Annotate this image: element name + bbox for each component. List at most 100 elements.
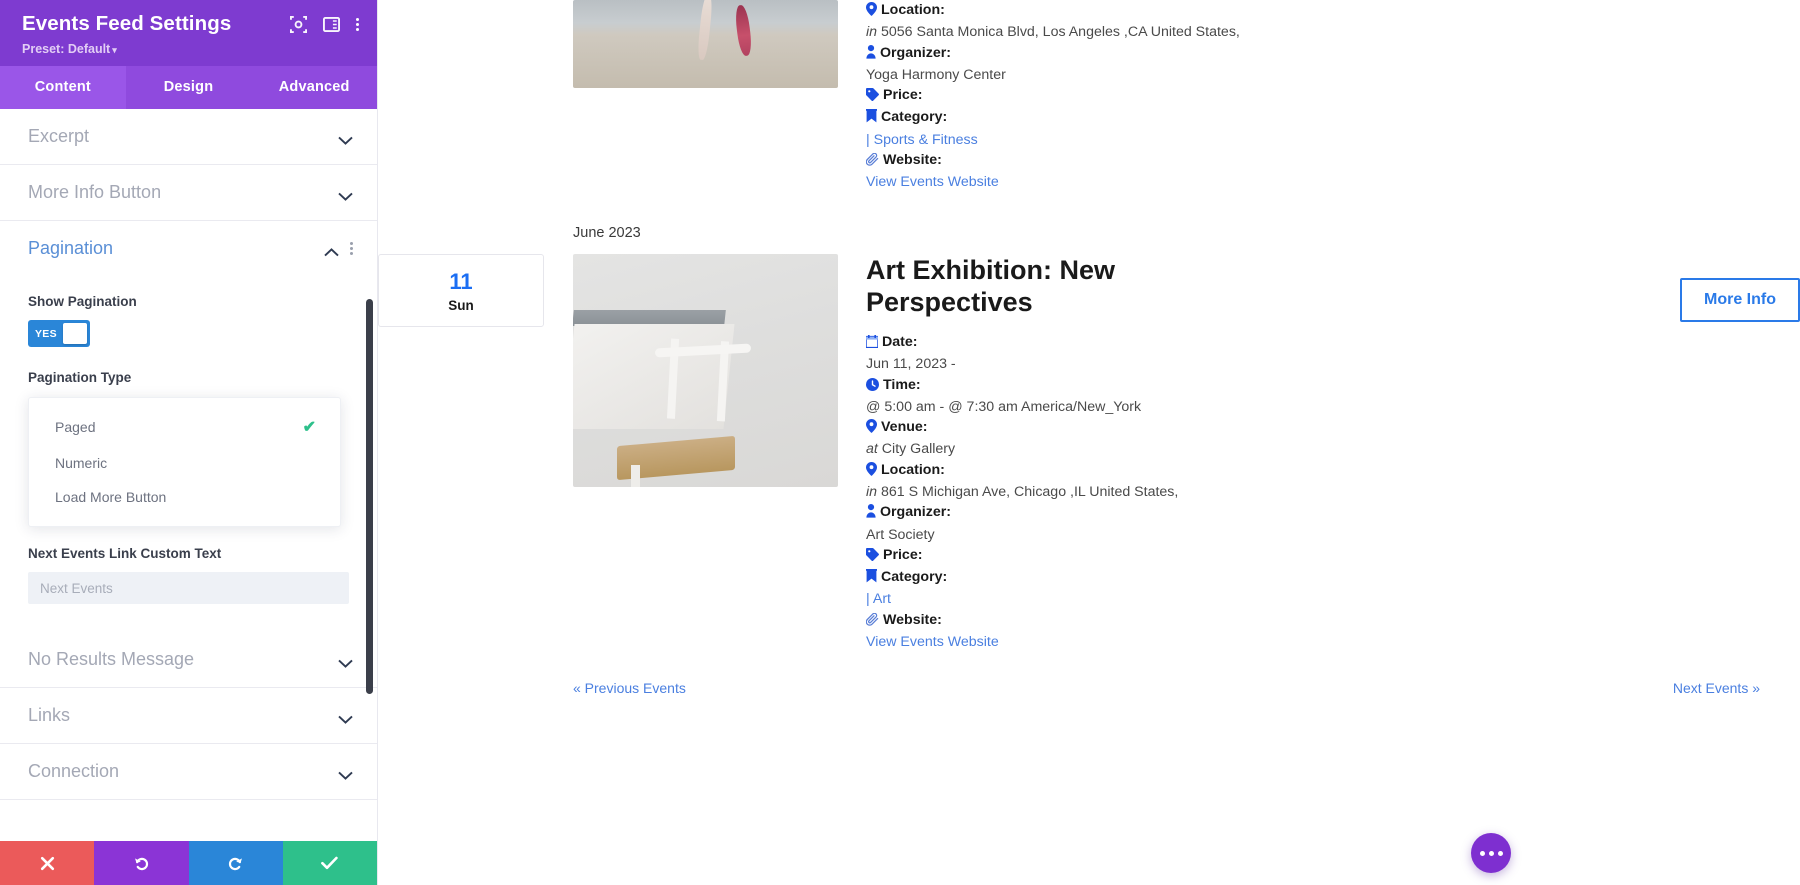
event-date-box: 11 Sun	[378, 253, 544, 327]
redo-button[interactable]	[188, 841, 283, 885]
more-info-button[interactable]: More Info	[1680, 277, 1800, 322]
sidebar-section-more-info-button[interactable]: More Info Button	[0, 165, 377, 221]
event-category-link[interactable]: Art	[873, 591, 891, 607]
event-date-row: Date:	[865, 332, 1660, 354]
page-title: Events Feed Settings	[22, 12, 232, 35]
sidebar-footer-actions	[0, 841, 377, 885]
sidebar-overflow-menu-icon[interactable]	[356, 18, 359, 31]
event-organizer-label: Organizer:	[880, 504, 951, 521]
event-venue-label: Venue:	[881, 419, 928, 436]
chevron-down-icon	[338, 711, 353, 725]
chevron-up-icon[interactable]	[324, 244, 339, 257]
pagination-section-menu-icon[interactable]	[350, 242, 353, 256]
event-date-label: Date:	[882, 333, 918, 350]
event-venue-value-row: at City Gallery	[866, 439, 1660, 459]
sidebar-scrollbar[interactable]	[366, 109, 373, 841]
event-website-value-row: View Events Website	[866, 172, 1780, 192]
event-website-label: Website:	[883, 152, 942, 169]
event-location-label: Location:	[881, 2, 945, 18]
chevron-down-icon	[338, 188, 353, 201]
date-weekday: Sun	[448, 297, 474, 313]
sidebar-section-links[interactable]: Links	[0, 688, 377, 745]
event-category-link[interactable]: Sports & Fitness	[874, 132, 978, 148]
show-pagination-label: Show Pagination	[28, 293, 137, 309]
event-website-link[interactable]: View Events Website	[866, 174, 999, 190]
event-thumbnail	[573, 0, 838, 88]
event-image-art-exhibition	[573, 253, 838, 487]
floating-options-button[interactable]	[1471, 833, 1511, 873]
next-events-link[interactable]: Next Events »	[1673, 680, 1760, 696]
event-category-label: Category:	[881, 569, 948, 586]
event-website-value-row: View Events Website	[866, 632, 1660, 652]
sidebar-section-excerpt[interactable]: Excerpt	[0, 109, 377, 165]
sidebar-section-no-results-message[interactable]: No Results Message	[0, 632, 377, 689]
price-tag-icon	[866, 87, 879, 107]
location-pin-icon	[866, 2, 877, 22]
cancel-button[interactable]	[0, 841, 95, 885]
previous-events-link[interactable]: « Previous Events	[573, 680, 686, 696]
event-details: Art Exhibition: New Perspectives Date: J…	[865, 254, 1680, 653]
event-price-row: Price:	[866, 545, 1660, 567]
event-website-link[interactable]: View Events Website	[866, 634, 999, 650]
pagination-type-label: Pagination Type	[28, 370, 132, 386]
event-organizer-value: Yoga Harmony Center	[866, 66, 1006, 83]
event-date-value: Jun 11, 2023 -	[866, 356, 956, 373]
preset-label: Preset: Default	[22, 41, 111, 56]
undo-button[interactable]	[94, 841, 189, 885]
focus-target-icon[interactable]	[290, 16, 307, 33]
close-icon	[40, 856, 54, 870]
sidebar-section-pagination[interactable]: Pagination	[0, 221, 377, 277]
sidebar-scroll-body: Excerpt More Info Button Pagination Show…	[0, 108, 377, 841]
event-location-value: 861 S Michigan Ave, Chicago ,IL United S…	[881, 484, 1179, 500]
show-pagination-toggle[interactable]: YES	[28, 320, 90, 348]
event-venue-row: Venue:	[866, 417, 1660, 439]
bookmark-icon	[866, 569, 877, 589]
event-details: Location: in 5056 Santa Monica Blvd, Los…	[865, 0, 1800, 193]
check-icon: ✔	[302, 418, 316, 436]
event-website-row: Website:	[865, 150, 1780, 172]
sidebar-scrollbar-thumb[interactable]	[366, 298, 373, 694]
event-organizer-label: Organizer:	[880, 44, 951, 61]
dropdown-option-load-more-button[interactable]: Load More Button	[29, 480, 340, 514]
sidebar-header: Events Feed Settings Preset: Default ▾	[0, 0, 377, 66]
event-venue-prefix: at	[866, 441, 878, 458]
tab-design[interactable]: Design	[126, 66, 252, 109]
event-title[interactable]: Art Exhibition: New Perspectives	[866, 254, 1236, 318]
chevron-down-icon	[338, 132, 353, 145]
next-events-link-custom-text-label: Next Events Link Custom Text	[28, 545, 222, 561]
tab-content[interactable]: Content	[0, 65, 126, 109]
tab-advanced[interactable]: Advanced	[251, 66, 377, 109]
save-button[interactable]	[282, 841, 377, 885]
dropdown-option-numeric[interactable]: Numeric	[29, 446, 340, 480]
event-website-label: Website:	[883, 611, 942, 628]
event-location-prefix: in	[866, 24, 878, 41]
dropdown-option-numeric-label: Numeric	[55, 454, 108, 471]
event-image-yoga	[573, 0, 838, 88]
event-organizer-row: Organizer:	[866, 43, 1780, 65]
event-thumbnail[interactable]	[573, 253, 838, 487]
preset-caret-icon: ▾	[112, 44, 117, 55]
feed-pagination: « Previous Events Next Events »	[573, 680, 1760, 696]
person-icon	[866, 504, 876, 524]
show-pagination-toggle-value: YES	[35, 327, 57, 340]
event-category-value-row: | Sports & Fitness	[866, 130, 1780, 150]
event-category-row: Category:	[866, 567, 1660, 589]
event-price-label: Price:	[883, 87, 923, 104]
sidebar-section-connection[interactable]: Connection	[0, 744, 377, 801]
event-website-row: Website:	[865, 610, 1660, 632]
next-events-link-custom-text-input[interactable]	[28, 572, 349, 605]
event-location-value: 5056 Santa Monica Blvd, Los Angeles ,CA …	[881, 24, 1240, 41]
paperclip-icon	[865, 152, 879, 172]
events-feed-preview: Location: in 5056 Santa Monica Blvd, Los…	[378, 0, 1800, 885]
check-icon	[321, 856, 339, 870]
event-location-label: Location:	[881, 461, 945, 478]
month-heading: June 2023	[573, 224, 641, 241]
preset-selector[interactable]: Preset: Default ▾	[22, 42, 359, 56]
event-card-art-exhibition: 11 Sun Art Exhibition: New Perspectives …	[378, 249, 1800, 653]
event-location-row: Location:	[866, 460, 1660, 482]
chevron-down-icon	[338, 655, 353, 669]
sidebar-section-connection-label: Connection	[28, 761, 120, 782]
category-separator: |	[866, 591, 870, 608]
dropdown-option-paged[interactable]: Paged ✔	[29, 408, 340, 446]
panel-layout-icon[interactable]	[323, 16, 340, 33]
